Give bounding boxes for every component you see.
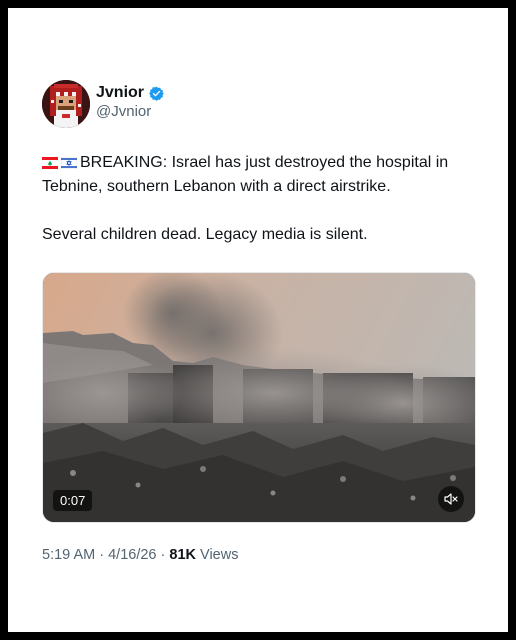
- views-label: Views: [200, 547, 239, 563]
- tweet-meta: 5:19 AM · 4/16/26 · 81K Views: [42, 547, 238, 563]
- volume-mute-icon: [444, 493, 458, 505]
- tweet-time[interactable]: 5:19 AM: [42, 547, 95, 563]
- lebanon-flag-icon: [42, 157, 58, 169]
- tweet-card: Jvnior @Jvnior BREAKING: Israel has just…: [8, 8, 508, 632]
- views-count: 81K: [169, 547, 197, 563]
- display-name[interactable]: Jvnior: [96, 84, 144, 102]
- avatar[interactable]: [42, 80, 90, 128]
- israel-flag-icon: [61, 157, 77, 169]
- video-duration: 0:07: [53, 490, 93, 511]
- meta-separator: ·: [99, 547, 105, 563]
- tweet-text-line2: Several children dead. Legacy media is s…: [42, 226, 368, 243]
- tweet-date[interactable]: 4/16/26: [108, 547, 156, 563]
- mute-button[interactable]: [438, 486, 464, 512]
- video-player[interactable]: 0:07: [42, 272, 476, 523]
- tweet-text: BREAKING: Israel has just destroyed the …: [42, 151, 482, 247]
- pixel-art-avatar-icon: [42, 80, 90, 128]
- author-handle[interactable]: @Jvnior: [96, 103, 151, 120]
- tweet-text-line1: BREAKING: Israel has just destroyed the …: [42, 154, 449, 195]
- verified-badge-icon: [149, 86, 164, 101]
- screenshot-frame: Jvnior @Jvnior BREAKING: Israel has just…: [0, 0, 516, 640]
- video-frame: [43, 273, 475, 522]
- meta-separator: ·: [160, 547, 166, 563]
- author-name-row[interactable]: Jvnior: [96, 84, 164, 102]
